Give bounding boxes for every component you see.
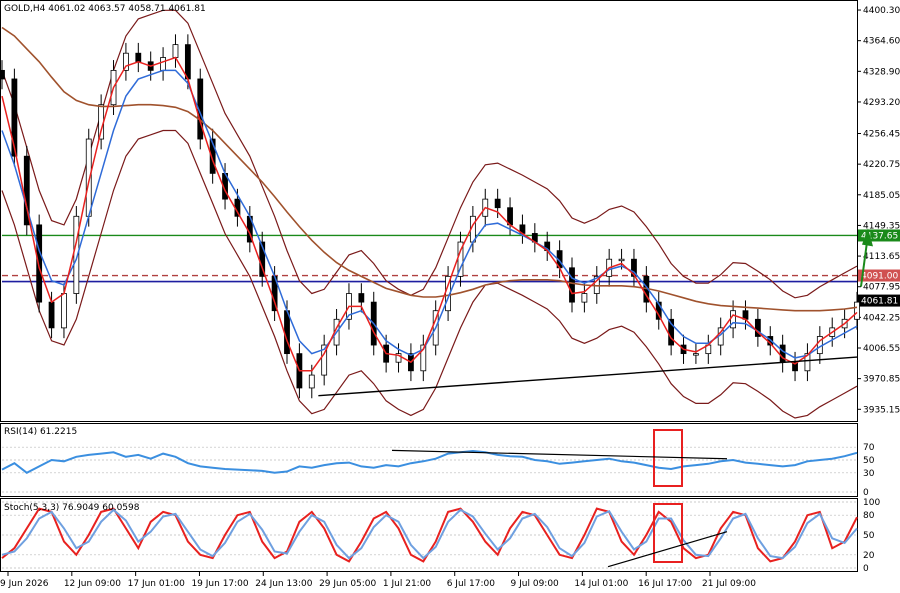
price-label-text: 4091.00 bbox=[861, 272, 898, 282]
price-tick-label: 4077.95 bbox=[863, 283, 900, 293]
price-tick-label: 4328.90 bbox=[863, 67, 900, 77]
candle-body bbox=[569, 267, 575, 303]
x-tick-label: 9 Jul 09:00 bbox=[511, 579, 560, 589]
candle-body bbox=[0, 69, 5, 80]
indicator-tick-label: 50 bbox=[863, 531, 875, 541]
indicator-tick-label: 70 bbox=[863, 443, 875, 453]
candle-body bbox=[284, 310, 290, 355]
x-tick-label: 19 Jun 17:00 bbox=[191, 579, 248, 589]
candle-body bbox=[172, 44, 179, 58]
price-tick-label: 4293.20 bbox=[863, 98, 900, 108]
x-tick-label: 21 Jul 09:00 bbox=[702, 579, 756, 589]
price-tick-label: 4256.45 bbox=[863, 130, 900, 140]
price-tick-label: 3970.85 bbox=[863, 375, 900, 385]
price-tick-label: 4006.55 bbox=[863, 344, 900, 354]
indicator-tick-label: 30 bbox=[863, 469, 875, 479]
candle-body bbox=[779, 344, 786, 363]
indicator-tick-label: 100 bbox=[863, 498, 880, 508]
candle-body bbox=[854, 301, 860, 320]
candle-body bbox=[36, 224, 43, 303]
candle-body bbox=[61, 293, 67, 329]
price-label-text: 4061.81 bbox=[861, 297, 898, 307]
price-y-axis: 4400.30 4364.60 4328.90 4293.20 4256.45 4220.… bbox=[857, 6, 900, 415]
candle-body bbox=[308, 374, 315, 389]
indicator-tick-label: 50 bbox=[863, 456, 875, 466]
x-tick-label: 6 Jul 17:00 bbox=[447, 579, 496, 589]
candle-body bbox=[693, 353, 699, 356]
price-tick-label: 4185.05 bbox=[863, 191, 900, 201]
price-panel-frame bbox=[0, 0, 858, 422]
indicator-tick-label: 0 bbox=[863, 564, 869, 574]
x-tick-label: 29 Jun 05:00 bbox=[319, 579, 376, 589]
gold-h4-chart: 4400.30 4364.60 4328.90 4293.20 4256.45 4220.… bbox=[0, 0, 900, 589]
candle-body bbox=[618, 258, 625, 262]
chart-header: GOLD,H4 4061.02 4063.57 4058.71 4061.81 bbox=[4, 4, 206, 14]
indicator-tick-label: 20 bbox=[863, 551, 875, 561]
x-tick-label: 17 Jun 01:00 bbox=[128, 579, 185, 589]
candle-body bbox=[358, 293, 365, 303]
candle-body bbox=[48, 301, 55, 329]
price-tick-label: 4042.25 bbox=[863, 313, 900, 323]
x-tick-label: 24 Jun 13:00 bbox=[255, 579, 312, 589]
x-tick-label: 12 Jun 09:00 bbox=[64, 579, 121, 589]
candle-body bbox=[494, 198, 501, 209]
price-tick-label: 4220.75 bbox=[863, 160, 900, 170]
candle-body bbox=[135, 52, 142, 63]
price-tick-label: 3935.15 bbox=[863, 405, 900, 415]
indicator-tick-label: 80 bbox=[863, 511, 875, 521]
x-tick-label: 14 Jul 01:00 bbox=[574, 579, 628, 589]
candle-body bbox=[184, 44, 191, 80]
x-tick-label: 16 Jul 17:00 bbox=[638, 579, 692, 589]
x-tick-label: 1 Jul 21:00 bbox=[383, 579, 432, 589]
stoch-title: Stoch(5,3,3) 76.9049 60.0598 bbox=[4, 503, 140, 513]
price-tick-label: 4113.65 bbox=[863, 252, 900, 262]
x-tick-label: 9 Jun 2026 bbox=[0, 579, 49, 589]
rsi-title: RSI(14) 61.2215 bbox=[4, 427, 77, 437]
candle-body bbox=[160, 57, 166, 71]
candle-body bbox=[581, 293, 588, 303]
price-tick-label: 4400.30 bbox=[863, 6, 900, 16]
price-tick-label: 4364.60 bbox=[863, 37, 900, 47]
x-axis: 9 Jun 2026 12 Jun 09:00 17 Jun 01:00 19 Jun… bbox=[0, 572, 756, 589]
indicator-tick-label: 0 bbox=[863, 488, 869, 498]
